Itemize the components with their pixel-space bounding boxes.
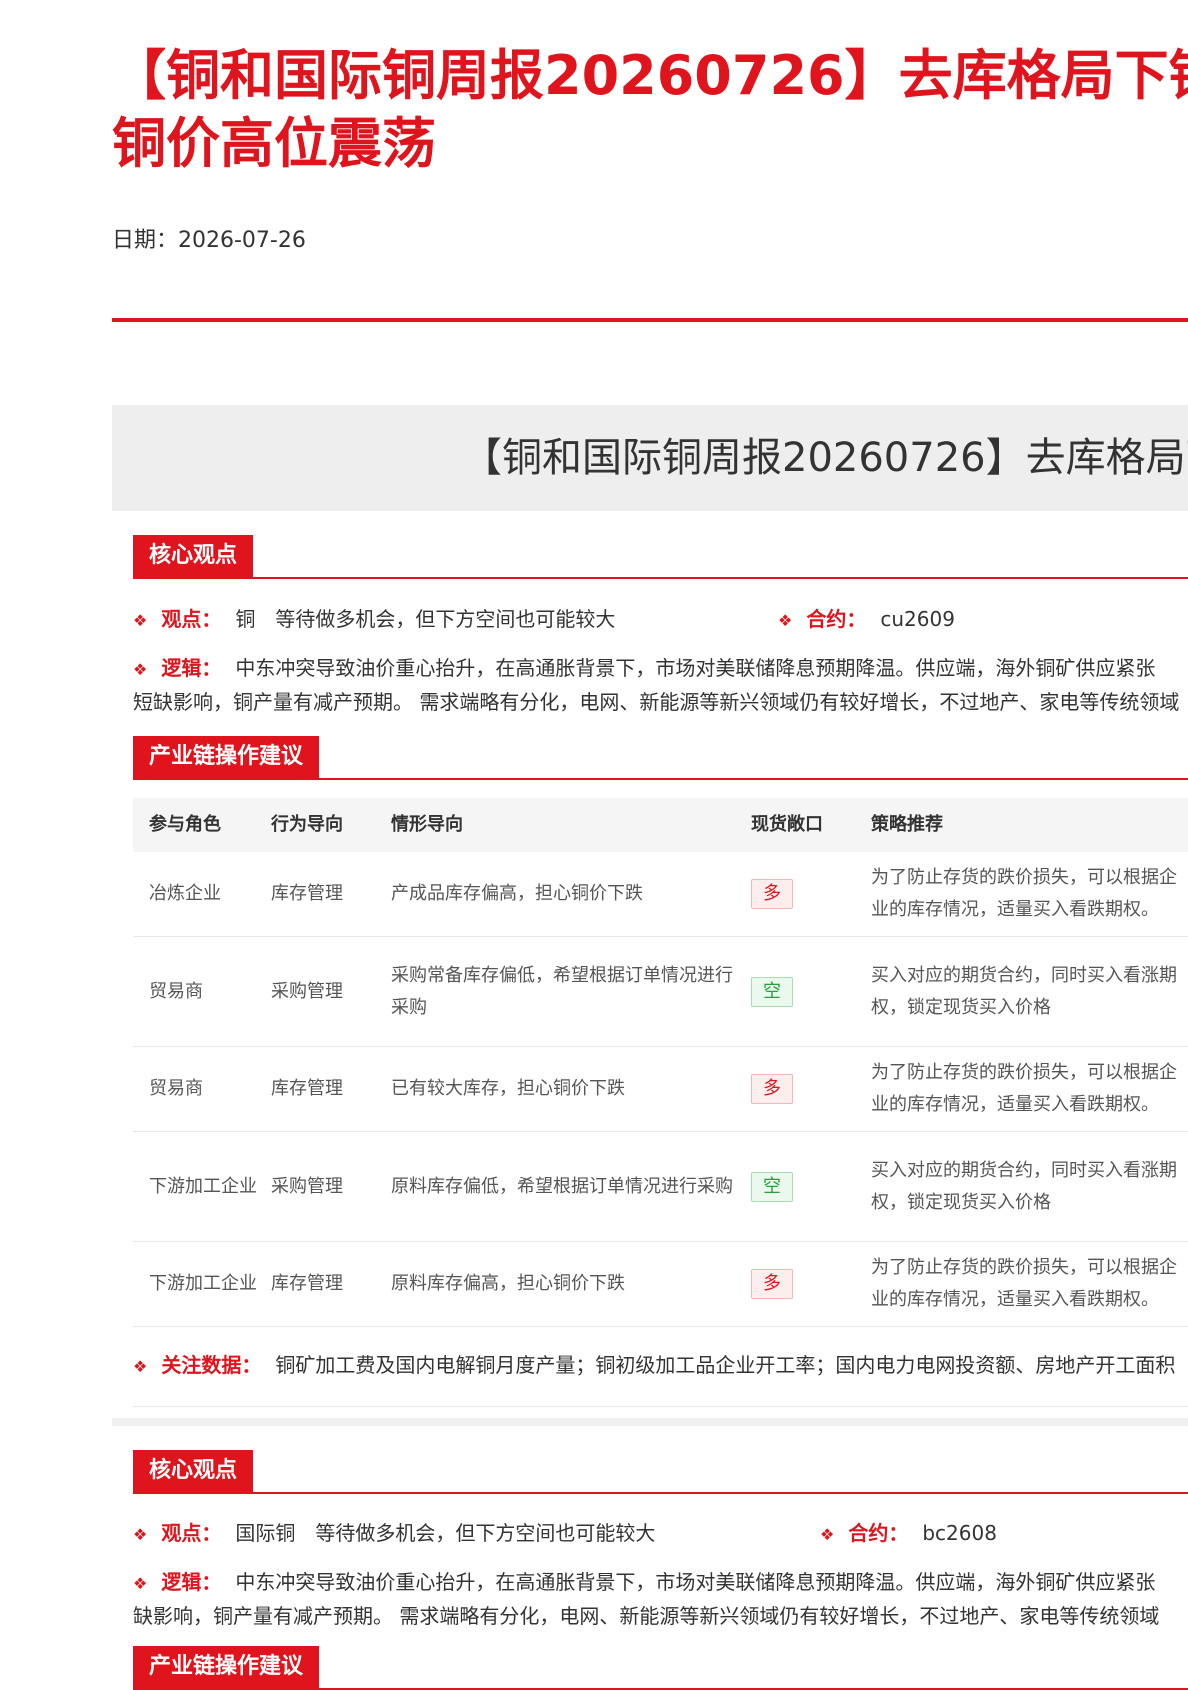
view-key: 观点： [161, 1521, 222, 1545]
diamond-bullet-icon: ❖ [133, 1574, 148, 1593]
role-cell: 下游加工企业 [149, 1175, 257, 1197]
logic-key: 逻辑： [161, 1570, 222, 1594]
role-cell: 下游加工企业 [149, 1273, 257, 1294]
focus-key: 关注数据： [161, 1353, 262, 1377]
logic-line-2: 短缺影响，铜产量有减产预期。 需求端略有分化，电网、新能源等新兴领域仍有较好增长… [133, 690, 1180, 714]
exposure-badge: 空 [751, 1171, 793, 1202]
exposure-badge: 多 [751, 1269, 793, 1299]
exposure-cell: 多 [751, 852, 863, 936]
contract-row-2: ❖ 合约： bc2608 [820, 1517, 997, 1546]
strategy-cell: 买入对应的期货合约，同时买入看涨期权，锁定现货买入价格 [871, 1159, 1177, 1213]
strategy-cell: 买入对应的期货合约，同时买入看涨期权，锁定现货买入价格 [871, 964, 1177, 1018]
diamond-bullet-icon: ❖ [133, 1357, 148, 1376]
situation-cell: 采购常备库存偏低，希望根据订单情况进行采购 [391, 964, 733, 1018]
section-header-core-view: 核心观点 [133, 535, 1188, 579]
title-divider [112, 318, 1188, 322]
logic-paragraph: ❖ 逻辑： 中东冲突导致油价重心抬升，在高通胀背景下，市场对美联储降息预期降温。供应… [133, 652, 1188, 718]
exposure-cell: 多 [751, 1242, 863, 1326]
report-title: 【铜和国际铜周报20260726】去库格局下铜 铜价高位震荡 [112, 42, 1188, 178]
exposure-cell: 空 [751, 1132, 863, 1241]
table-row: 冶炼企业 库存管理 产成品库存偏高，担心铜价下跌 多 为了防止存货的跌价损失，可… [133, 852, 1188, 937]
exposure-badge: 空 [751, 976, 793, 1007]
strategy-cell: 为了防止存货的跌价损失，可以根据企业的库存情况，适量买入看跌期权。 [871, 867, 1177, 920]
diamond-bullet-icon: ❖ [133, 660, 148, 679]
table-row: 贸易商 采购管理 采购常备库存偏低，希望根据订单情况进行采购 空 买入对应的期货… [133, 937, 1188, 1047]
report-date: 日期：2026-07-26 [112, 228, 306, 253]
contract-value: cu2609 [880, 607, 955, 631]
section-label-core-view: 核心观点 [133, 535, 254, 577]
exposure-badge: 多 [751, 1074, 793, 1104]
behavior-cell: 库存管理 [271, 883, 343, 904]
logic-line-1: 中东冲突导致油价重心抬升，在高通胀背景下，市场对美联储降息预期降温。供应端，海外… [235, 656, 1156, 680]
view-row: ❖ 观点： 铜 等待做多机会，但下方空间也可能较大 [133, 603, 615, 632]
section-label-industry-chain: 产业链操作建议 [133, 736, 320, 778]
column-header: 参与角色 [149, 814, 221, 835]
view-row-2: ❖ 观点： 国际铜 等待做多机会，但下方空间也可能较大 [133, 1517, 655, 1546]
table-row: 下游加工企业 库存管理 原料库存偏高，担心铜价下跌 多 为了防止存货的跌价损失，… [133, 1242, 1188, 1327]
table-row: 贸易商 库存管理 已有较大库存，担心铜价下跌 多 为了防止存货的跌价损失，可以根… [133, 1047, 1188, 1132]
title-line-1: 【铜和国际铜周报20260726】去库格局下铜 [112, 44, 1188, 107]
contract-row: ❖ 合约： cu2609 [778, 603, 955, 632]
diamond-bullet-icon: ❖ [820, 1525, 835, 1544]
section-divider [112, 1418, 1188, 1426]
focus-value: 铜矿加工费及国内电解铜月度产量；铜初级加工品企业开工率；国内电力电网投资额、房地… [275, 1353, 1176, 1377]
view-key: 观点： [161, 607, 222, 631]
section-label-industry-chain: 产业链操作建议 [133, 1646, 320, 1688]
logic-paragraph-2: ❖ 逻辑： 中东冲突导致油价重心抬升，在高通胀背景下，市场对美联储降息预期降温。供应… [133, 1566, 1188, 1632]
view-value: 铜 等待做多机会，但下方空间也可能较大 [235, 607, 616, 631]
contract-key: 合约： [806, 607, 867, 631]
operation-table: 参与角色 行为导向 情形导向 现货敞口 策略推荐 冶炼企业 库存管理 产成品库存… [133, 798, 1188, 1327]
logic-key: 逻辑： [161, 656, 222, 680]
table-row: 下游加工企业 采购管理 原料库存偏低，希望根据订单情况进行采购 空 买入对应的期… [133, 1132, 1188, 1242]
situation-cell: 已有较大库存，担心铜价下跌 [391, 1078, 625, 1099]
section-label-core-view: 核心观点 [133, 1450, 254, 1492]
situation-cell: 原料库存偏低，希望根据订单情况进行采购 [391, 1175, 733, 1197]
exposure-badge: 多 [751, 879, 793, 909]
behavior-cell: 采购管理 [271, 980, 343, 1002]
section-header-industry-chain: 产业链操作建议 [133, 736, 1188, 780]
role-cell: 冶炼企业 [149, 883, 221, 904]
contract-key: 合约： [848, 1521, 909, 1545]
logic-line-1: 中东冲突导致油价重心抬升，在高通胀背景下，市场对美联储降息预期降温。供应端，海外… [235, 1570, 1156, 1594]
column-header: 现货敞口 [751, 814, 823, 835]
logic-line-2: 缺影响，铜产量有减产预期。 需求端略有分化，电网、新能源等新兴领域仍有较好增长，… [133, 1604, 1160, 1628]
strategy-cell: 为了防止存货的跌价损失，可以根据企业的库存情况，适量买入看跌期权。 [871, 1257, 1177, 1310]
column-header: 策略推荐 [871, 814, 943, 835]
column-header: 情形导向 [391, 814, 463, 835]
role-cell: 贸易商 [149, 980, 203, 1002]
focus-data-row: ❖ 关注数据： 铜矿加工费及国内电解铜月度产量；铜初级加工品企业开工率；国内电力电网… [133, 1349, 1175, 1378]
title-line-2: 铜价高位震荡 [112, 112, 436, 175]
situation-cell: 产成品库存偏高，担心铜价下跌 [391, 883, 643, 904]
behavior-cell: 库存管理 [271, 1273, 343, 1294]
strategy-cell: 为了防止存货的跌价损失，可以根据企业的库存情况，适量买入看跌期权。 [871, 1062, 1177, 1115]
diamond-bullet-icon: ❖ [133, 1525, 148, 1544]
diamond-bullet-icon: ❖ [778, 611, 793, 630]
banner-title: 【铜和国际铜周报20260726】去库格局下铜价高位震荡 [462, 435, 1188, 481]
diamond-bullet-icon: ❖ [133, 611, 148, 630]
role-cell: 贸易商 [149, 1078, 203, 1099]
section-end-rule [133, 1406, 1188, 1407]
behavior-cell: 库存管理 [271, 1078, 343, 1099]
exposure-cell: 空 [751, 937, 863, 1046]
behavior-cell: 采购管理 [271, 1175, 343, 1197]
exposure-cell: 多 [751, 1047, 863, 1131]
column-header: 行为导向 [271, 814, 343, 835]
table-header-row: 参与角色 行为导向 情形导向 现货敞口 策略推荐 [133, 798, 1188, 852]
view-value: 国际铜 等待做多机会，但下方空间也可能较大 [235, 1521, 656, 1545]
contract-value: bc2608 [922, 1521, 997, 1545]
report-banner: 【铜和国际铜周报20260726】去库格局下铜价高位震荡 [112, 405, 1188, 511]
section-header-core-view-2: 核心观点 [133, 1450, 1188, 1494]
section-header-industry-chain-2: 产业链操作建议 [133, 1646, 1188, 1690]
situation-cell: 原料库存偏高，担心铜价下跌 [391, 1273, 625, 1294]
